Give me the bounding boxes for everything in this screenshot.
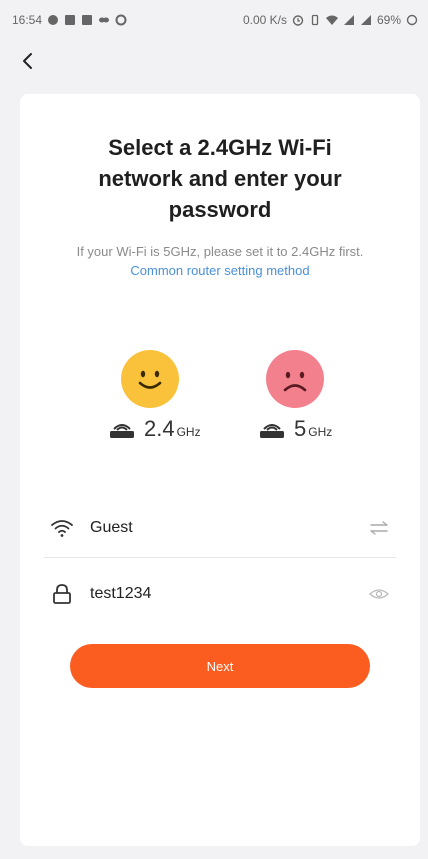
password-input-visible[interactable] [90,585,368,603]
sync-icon [115,14,127,26]
band-unit: GHz [176,425,201,439]
signal-icon [360,15,371,25]
title-line: Select a 2.4GHz Wi-Fi [108,135,332,160]
hint-text: If your Wi-Fi is 5GHz, please set it to … [76,244,364,259]
lock-icon [53,584,71,604]
back-button[interactable] [14,48,40,74]
battery-icon [406,14,418,26]
app-icon [48,15,59,25]
title-line: password [168,197,272,222]
ssid-row [44,498,396,558]
title-line: network and enter your [98,166,342,191]
band-unit: GHz [308,425,333,439]
notification-icon [82,15,93,25]
router-icon [260,424,284,438]
smile-face-icon [121,350,179,408]
notification-icon [65,15,76,25]
wifi-setup-card: Select a 2.4GHz Wi-Fi network and enter … [20,94,420,846]
ssid-input[interactable] [90,518,368,537]
router-icon [110,424,134,438]
band-value: 2.4 [144,416,175,441]
eye-icon[interactable] [368,583,390,605]
band-5ghz: 5 GHz [258,416,332,442]
status-bar-right: 0.00 K/s 69% [243,13,418,27]
vibrate-icon [311,14,319,26]
alarm-icon [292,15,304,26]
next-button[interactable]: Next [70,644,370,688]
battery-level: 69% [376,13,401,27]
network-speed: 0.00 K/s [242,13,287,27]
band-2-4ghz: 2.4 GHz [108,416,201,442]
wifi-icon [325,15,338,25]
band-value: 5 [294,416,307,441]
status-bar: 16:54 0.00 K/s 69% [0,0,428,40]
switch-network-icon[interactable] [368,517,390,539]
router-setting-link[interactable]: Common router setting method [130,263,309,278]
chevron-left-icon [23,53,32,69]
link-icon [99,17,110,23]
status-bar-left: 16:54 [12,13,127,27]
wifi-icon [51,519,73,537]
status-time: 16:54 [12,13,43,27]
page-title: Select a 2.4GHz Wi-Fi network and enter … [20,132,420,225]
password-row [44,564,396,624]
band-hint: If your Wi-Fi is 5GHz, please set it to … [50,242,390,280]
sad-face-icon [266,350,324,408]
signal-icon [343,15,354,25]
